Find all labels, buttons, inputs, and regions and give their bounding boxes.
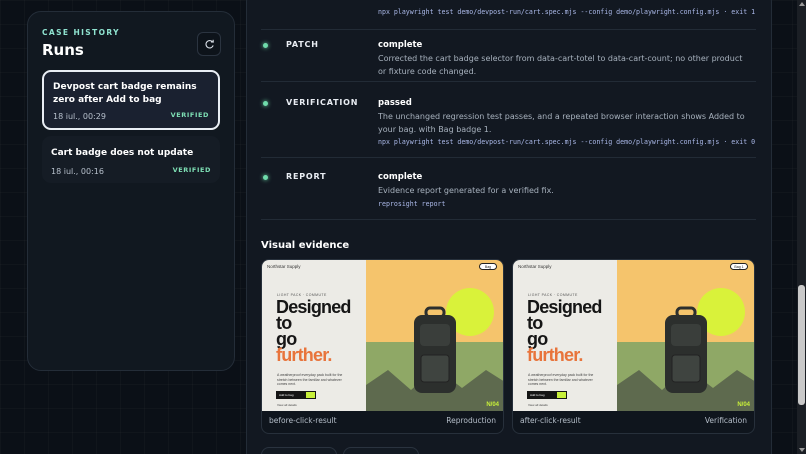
status-dot [263,101,268,106]
evidence-card-after[interactable]: Northstar Supply Bag 1 LIGHT PACK · COMM… [512,259,755,434]
headline-line: further. [276,345,332,365]
evidence-kind: Verification [704,416,747,425]
shot-brand: Northstar Supply [267,264,301,269]
step-verification: VERIFICATION passed The unchanged regres… [261,82,756,158]
evidence-screenshot: Northstar Supply Bag 1 LIGHT PACK · COMM… [513,260,754,411]
shot-brand: Northstar Supply [518,264,552,269]
scroll-down-icon[interactable] [798,448,805,452]
case-history-panel: CASE HISTORY Runs Devpost cart badge rem… [27,11,235,371]
status-badge: VERIFIED [170,111,209,119]
step-description: Corrected the cart badge selector from d… [378,54,743,76]
step-description: Evidence report generated for a verified… [378,186,554,195]
run-item-selected[interactable]: Devpost cart badge remains zero after Ad… [42,70,220,130]
shot-copy: A weatherproof everyday pack built for t… [277,373,343,386]
step-status: complete [378,172,423,182]
shot-copy: A weatherproof everyday pack built for t… [528,373,594,386]
hero-image [366,260,503,411]
headline-line: further. [527,345,583,365]
evidence-card-before[interactable]: Northstar Supply Bag LIGHT PACK · COMMUT… [261,259,504,434]
shot-counter: N/04 [486,402,499,408]
hero-image [617,260,754,411]
shot-accent [557,392,566,398]
run-detail-panel: npx playwright test demo/devpost-run/car… [246,0,772,454]
evidence-screenshot: Northstar Supply Bag LIGHT PACK · COMMUT… [262,260,503,411]
run-date: 18 iul., 00:29 [53,112,106,121]
card-footer: before-click-result Reproduction [269,416,496,425]
run-date: 18 iul., 00:16 [51,167,104,176]
backpack-illustration [617,288,754,411]
step-status: passed [378,98,412,108]
run-item[interactable]: Cart badge does not update 18 iul., 00:1… [42,136,220,183]
evidence-name: after-click-result [520,416,581,425]
command-line: reprosight report [378,200,446,208]
scrollbar-thumb[interactable] [798,285,805,405]
shot-headline: Designed to go further. [527,298,602,365]
evidence-name: before-click-result [269,416,337,425]
run-title: Devpost cart badge remains zero after Ad… [53,82,197,105]
step-description: The unchanged regression test passes, an… [378,112,745,134]
shot-link: View all details [528,403,548,407]
reproduction-step-tail: npx playwright test demo/devpost-run/car… [261,1,756,30]
visual-evidence-title: Visual evidence [261,240,350,251]
scroll-up-icon[interactable] [798,2,805,6]
case-history-eyebrow: CASE HISTORY [42,28,121,37]
command-line: npx playwright test demo/devpost-run/car… [378,8,756,16]
shot-headline: Designed to go further. [276,298,351,365]
step-name: PATCH [286,40,319,49]
card-footer: after-click-result Verification [520,416,747,425]
status-dot [263,175,268,180]
page-scrollbar[interactable] [797,0,806,454]
shot-nav: Northstar Supply Bag 1 [513,260,754,274]
bag-badge: Bag [479,263,497,270]
run-title: Cart badge does not update [51,148,194,158]
backpack-illustration [366,288,503,411]
runs-title: Runs [42,41,84,59]
status-dot [263,43,268,48]
bag-badge: Bag 1 [730,263,748,270]
shot-link: View all details [277,403,297,407]
command-line: npx playwright test demo/devpost-run/car… [378,138,756,146]
step-name: VERIFICATION [286,98,359,107]
step-name: REPORT [286,172,327,181]
status-badge: VERIFIED [172,166,211,174]
shot-counter: N/04 [737,402,750,408]
refresh-icon [204,39,214,48]
step-status: complete [378,40,423,50]
evidence-kind: Reproduction [446,416,496,425]
action-button[interactable] [343,447,419,454]
action-button[interactable] [261,447,337,454]
step-patch: PATCH complete Corrected the cart badge … [261,30,756,82]
shot-accent [306,392,315,398]
step-report: REPORT complete Evidence report generate… [261,158,756,220]
refresh-button[interactable] [197,32,221,56]
shot-nav: Northstar Supply Bag [262,260,503,274]
